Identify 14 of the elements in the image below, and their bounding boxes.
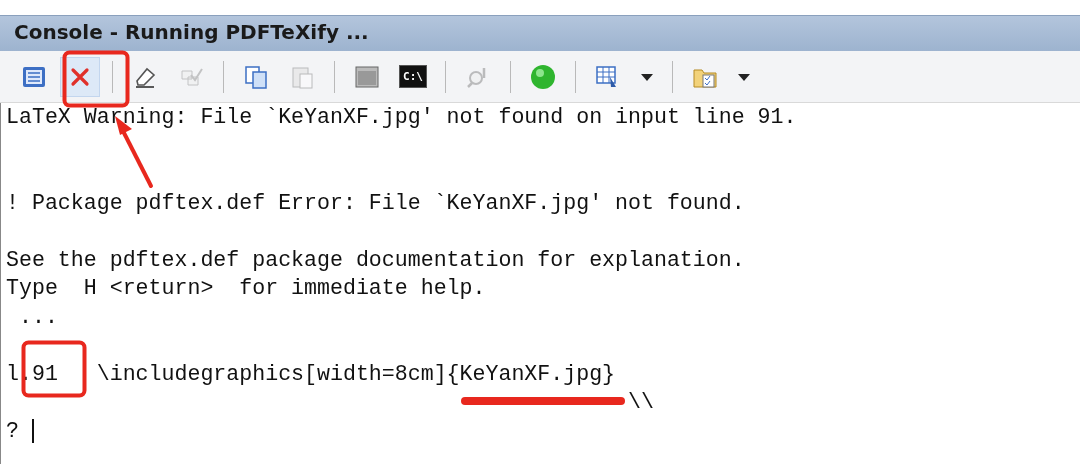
console-line: ... [17, 303, 58, 331]
toolbar-button[interactable]: C:\ [393, 56, 433, 97]
console-line: See the pdftex.def package documentation for explanation. [6, 246, 745, 274]
console-line: Type H <return> for immediate help. [6, 275, 486, 302]
window-title: Console - Running PDFTeXify ... [0, 15, 1080, 51]
console-line: ? [6, 417, 20, 445]
console-line: ! Package pdftex.def Error: File `KeYanXF.jpg' not found. [6, 189, 745, 217]
ball-icon [529, 62, 557, 91]
console-line: \\ [628, 389, 654, 416]
caret-icon [640, 71, 654, 82]
console-line: LaTeX Warning: File `KeYanXF.jpg' not found on input line 91. [6, 104, 797, 131]
stop-button[interactable] [60, 56, 100, 97]
caret-icon [737, 71, 751, 82]
highlight-box [62, 50, 130, 108]
